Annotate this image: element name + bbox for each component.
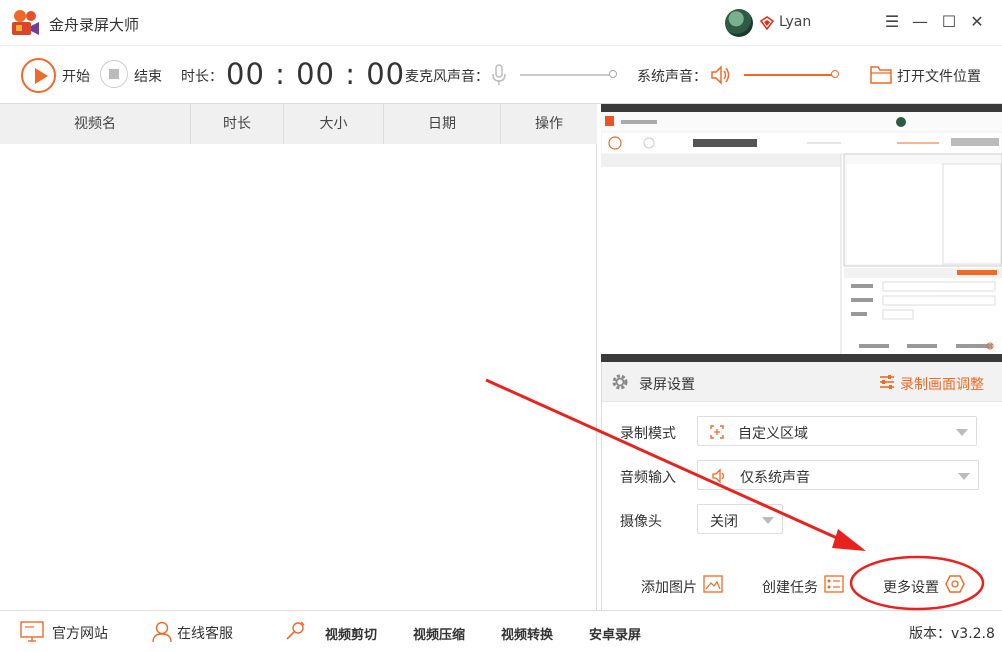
mic-volume-label: 麦克风声音：	[405, 69, 489, 85]
camera-value: 关闭	[710, 514, 738, 530]
camera-select[interactable]: 关闭	[697, 504, 783, 534]
mic-volume-knob[interactable]	[609, 70, 617, 78]
sliders-adjust-icon[interactable]	[879, 374, 895, 390]
column-header-size[interactable]: 大小	[284, 104, 384, 144]
camera-label: 摄像头	[620, 514, 662, 530]
speaker-icon	[712, 468, 725, 484]
open-folder-button[interactable]: 打开文件位置	[897, 66, 981, 86]
column-header-name[interactable]: 视频名	[0, 104, 191, 144]
minimize-button[interactable]: —	[910, 12, 930, 32]
column-header-duration[interactable]: 时长	[191, 104, 284, 144]
create-task-button[interactable]: 创建任务	[762, 577, 818, 597]
gear-icon	[612, 374, 628, 390]
mic-volume-slider[interactable]	[520, 74, 612, 76]
audio-input-label: 音频输入	[620, 470, 676, 486]
start-record-button[interactable]	[21, 58, 56, 93]
record-timer: 00 : 00 : 00	[226, 57, 406, 91]
system-volume-knob[interactable]	[831, 70, 839, 78]
record-mode-select[interactable]: 自定义区域	[697, 416, 977, 446]
chevron-down-icon	[956, 429, 968, 436]
android-record-link[interactable]: 安卓录屏	[589, 624, 641, 643]
audio-input-select[interactable]: 仅系统声音	[697, 460, 979, 490]
record-mode-value: 自定义区域	[738, 426, 808, 442]
image-icon[interactable]	[703, 575, 723, 593]
video-convert-link[interactable]: 视频转换	[501, 624, 553, 643]
speaker-icon[interactable]	[709, 64, 731, 86]
settings-title: 录屏设置	[639, 377, 695, 393]
username[interactable]: Lyan	[779, 14, 811, 30]
more-settings-button[interactable]: 更多设置	[883, 577, 939, 597]
monitor-icon[interactable]	[20, 621, 44, 643]
stop-record-button[interactable]	[100, 60, 128, 88]
audio-input-value: 仅系统声音	[740, 470, 810, 486]
stop-label[interactable]: 结束	[134, 66, 162, 86]
app-logo-icon	[12, 10, 39, 35]
record-toolbar: 开始 结束 时长： 00 : 00 : 00 麦克风声音： 系统声音： 打开文件…	[0, 46, 1002, 104]
user-avatar[interactable]	[725, 9, 753, 37]
official-website-link[interactable]: 官方网站	[52, 623, 108, 643]
chevron-down-icon	[958, 473, 970, 480]
add-image-button[interactable]: 添加图片	[641, 577, 697, 597]
settings-header: 录屏设置 录制画面调整	[602, 362, 1002, 402]
version-label: 版本：v3.2.8	[909, 626, 995, 642]
adjust-recording-area-button[interactable]: 录制画面调整	[900, 374, 984, 394]
user-support-icon[interactable]	[152, 621, 172, 643]
column-header-date[interactable]: 日期	[384, 104, 501, 144]
preview-miniature-image	[601, 112, 1002, 354]
task-list-icon[interactable]	[824, 575, 844, 593]
start-label[interactable]: 开始	[62, 66, 90, 86]
screen-preview	[601, 104, 1002, 362]
hexagon-settings-icon[interactable]	[945, 574, 965, 594]
video-compress-link[interactable]: 视频压缩	[413, 624, 465, 643]
system-volume-label: 系统声音：	[637, 69, 707, 85]
preview-thumbnail	[601, 112, 1002, 354]
title-bar: 金舟录屏大师 Lyan ☰ — ☐ ✕	[0, 0, 1002, 46]
column-header-actions[interactable]: 操作	[501, 104, 597, 144]
vip-diamond-icon	[760, 16, 774, 30]
menu-icon[interactable]: ☰	[882, 12, 902, 32]
custom-region-icon	[710, 425, 724, 439]
folder-icon[interactable]	[870, 64, 892, 84]
list-header: 视频名 时长 大小 日期 操作	[0, 104, 597, 144]
record-settings-panel: 录屏设置 录制画面调整 录制模式 自定义区域 音频输入 仅系统声音 摄像头 关闭	[601, 362, 1002, 610]
online-support-link[interactable]: 在线客服	[177, 623, 233, 643]
chevron-down-icon	[762, 517, 774, 524]
close-button[interactable]: ✕	[967, 12, 987, 32]
microphone-icon[interactable]	[491, 64, 507, 86]
tools-icon	[286, 621, 305, 640]
status-bar: 官方网站 在线客服 视频剪切 视频压缩 视频转换 安卓录屏 版本：v3.2.8	[0, 610, 1002, 652]
app-title: 金舟录屏大师	[49, 16, 140, 34]
maximize-button[interactable]: ☐	[939, 12, 959, 32]
duration-label: 时长：	[181, 69, 223, 85]
record-mode-label: 录制模式	[620, 426, 676, 442]
video-cut-link[interactable]: 视频剪切	[325, 624, 377, 643]
system-volume-slider[interactable]	[744, 74, 834, 76]
video-list: 视频名 时长 大小 日期 操作	[0, 104, 597, 610]
